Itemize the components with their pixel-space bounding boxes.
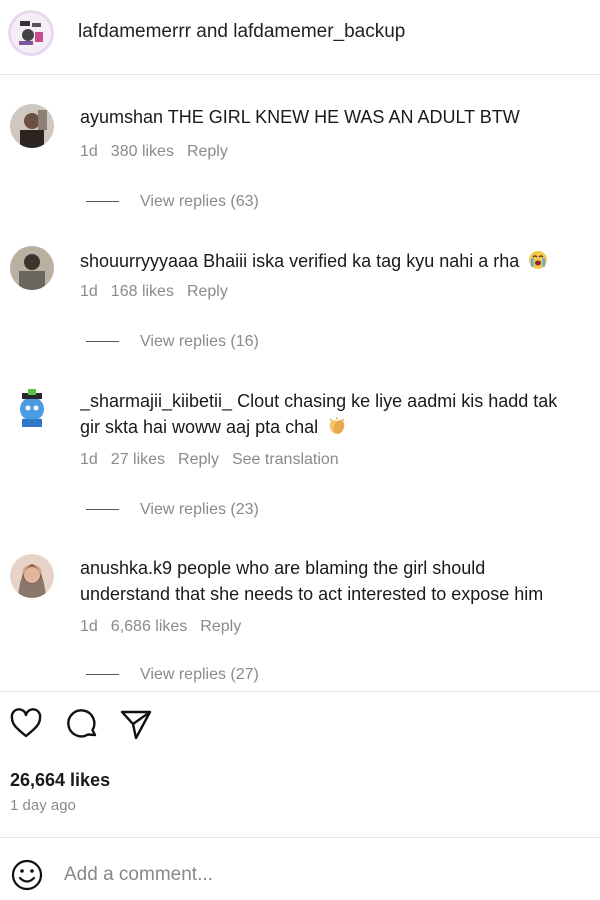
add-comment-bar — [0, 850, 600, 900]
comment-username[interactable]: ayumshan — [80, 107, 163, 127]
comment-icon — [67, 709, 97, 738]
comment-likes[interactable]: 168 likes — [111, 283, 174, 300]
commenter-avatar[interactable] — [10, 104, 54, 148]
commenter-avatar[interactable] — [10, 246, 54, 290]
share-icon — [120, 710, 152, 740]
view-replies-button[interactable]: View replies (16) — [86, 333, 259, 351]
reply-button[interactable]: Reply — [200, 618, 241, 635]
comment-time: 1d — [80, 618, 98, 635]
comment-meta: 1d 168 likes Reply — [80, 283, 241, 301]
comment-meta: 1d 27 likes Reply See translation — [80, 451, 352, 469]
comment-meta: 1d 6,686 likes Reply — [80, 618, 254, 636]
comment-body: Clout chasing ke liye aadmi kis hadd tak — [237, 391, 558, 411]
comment-text: _sharmajii_kiibetii_ Clout chasing ke li… — [80, 388, 600, 443]
heart-icon — [10, 708, 42, 738]
clapping-hands-icon — [327, 416, 347, 443]
view-replies-label: View replies (27) — [140, 666, 259, 683]
commenter-avatar[interactable] — [10, 385, 54, 429]
view-replies-button[interactable]: View replies (27) — [86, 666, 259, 684]
comment-item: shouurryyyaaa Bhaiii iska verified ka ta… — [0, 240, 600, 360]
view-replies-label: View replies (23) — [140, 501, 259, 518]
comment-item: anushka.k9 people who are blaming the gi… — [0, 550, 600, 690]
reply-button[interactable]: Reply — [187, 283, 228, 300]
reply-button[interactable]: Reply — [178, 451, 219, 468]
comment-item: _sharmajii_kiibetii_ Clout chasing ke li… — [0, 383, 600, 528]
post-author-avatar[interactable] — [8, 10, 54, 56]
like-button[interactable] — [8, 706, 48, 746]
comment-meta: 1d 380 likes Reply — [80, 143, 241, 161]
comment-likes[interactable]: 27 likes — [111, 451, 165, 468]
post-action-bar — [0, 706, 600, 750]
post-header: lafdamemerrr and lafdamemer_backup — [0, 0, 600, 75]
comment-username[interactable]: _sharmajii_kiibetii_ — [80, 391, 232, 411]
crying-face-icon — [528, 250, 548, 277]
reply-button[interactable]: Reply — [187, 143, 228, 160]
divider-line — [86, 201, 119, 203]
comment-body: Bhaiii iska verified ka tag kyu nahi a r… — [203, 251, 520, 271]
comment-likes[interactable]: 380 likes — [111, 143, 174, 160]
divider-line — [86, 509, 119, 511]
smile-icon — [11, 859, 43, 891]
comment-button[interactable] — [64, 706, 104, 746]
post-likes-count[interactable]: 26,664 likes — [10, 770, 110, 791]
add-comment-input[interactable] — [64, 858, 564, 892]
comment-time: 1d — [80, 283, 98, 300]
comment-likes[interactable]: 6,686 likes — [111, 618, 188, 635]
view-replies-button[interactable]: View replies (63) — [86, 193, 259, 211]
comment-body: people who are blaming the girl should — [177, 558, 486, 578]
comment-body: THE GIRL KNEW HE WAS AN ADULT BTW — [167, 107, 520, 127]
section-divider — [0, 837, 600, 838]
divider-line — [86, 341, 119, 343]
comment-line-1: anushka.k9 people who are blaming the gi… — [80, 555, 600, 581]
comment-username[interactable]: shouurryyyaaa — [80, 251, 198, 271]
share-button[interactable] — [118, 706, 158, 746]
view-replies-label: View replies (16) — [140, 333, 259, 350]
emoji-button[interactable] — [10, 858, 44, 892]
comment-line-2: gir skta hai woww aaj pta chal — [80, 414, 600, 443]
see-translation-button[interactable]: See translation — [232, 451, 339, 468]
comment-time: 1d — [80, 451, 98, 468]
commenter-avatar[interactable] — [10, 554, 54, 598]
section-divider — [0, 691, 600, 692]
view-replies-label: View replies (63) — [140, 193, 259, 210]
view-replies-button[interactable]: View replies (23) — [86, 501, 259, 519]
post-timestamp: 1 day ago — [10, 797, 76, 814]
post-header-title[interactable]: lafdamemerrr and lafdamemer_backup — [78, 21, 405, 43]
comment-body-continued: gir skta hai woww aaj pta chal — [80, 417, 319, 437]
comment-text: ayumshan THE GIRL KNEW HE WAS AN ADULT B… — [80, 104, 600, 130]
comment-item: ayumshan THE GIRL KNEW HE WAS AN ADULT B… — [0, 100, 600, 220]
comment-text: anushka.k9 people who are blaming the gi… — [80, 555, 600, 607]
comment-line-2: understand that she needs to act interes… — [80, 581, 600, 607]
divider-line — [86, 674, 119, 676]
comment-text: shouurryyyaaa Bhaiii iska verified ka ta… — [80, 248, 600, 277]
comment-time: 1d — [80, 143, 98, 160]
comment-body-continued: understand that she needs to act interes… — [80, 584, 544, 604]
comment-line-1: _sharmajii_kiibetii_ Clout chasing ke li… — [80, 388, 600, 414]
comment-username[interactable]: anushka.k9 — [80, 558, 172, 578]
